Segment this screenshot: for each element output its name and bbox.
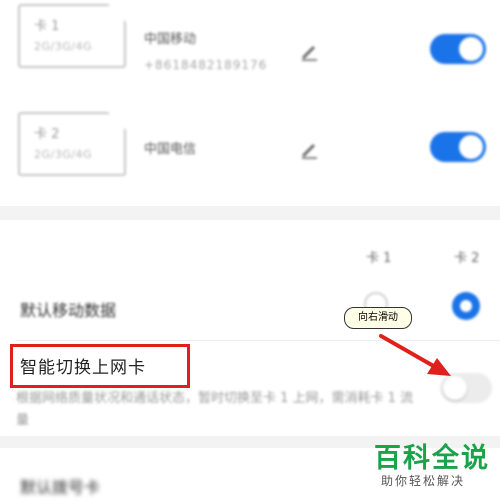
highlight-box [10,344,190,388]
toggle-knob [459,135,483,159]
watermark-logo: 百科全说 [374,443,490,474]
radio-dot [460,300,472,312]
sim-1-toggle[interactable] [430,34,486,64]
sim-2-toggle[interactable] [430,132,486,162]
column-header-card1: 卡 1 [366,251,392,266]
toggle-knob [459,37,483,61]
sim-card-icon: 卡 2 2G/3G/4G [18,112,126,176]
sim-card-icon: 卡 1 2G/3G/4G [18,4,126,68]
swipe-hint-callout: 向右滑动 [344,307,412,329]
sim-card-row-1: 卡 1 2G/3G/4G 中国移动 +8618482189176 [0,0,500,100]
carrier-name: 中国电信 [144,142,197,157]
smart-switch-description: 根据网络质量状况和通话状态，暂时切换至卡 1 上网，需消耗卡 1 流量 [16,391,414,428]
default-mobile-data-label: 默认移动数据 [20,301,117,320]
edit-pencil-icon[interactable] [298,40,320,62]
red-arrow-icon [379,334,451,376]
sim-card-section: 卡 1 2G/3G/4G 中国移动 +8618482189176 卡 2 2G/… [0,0,500,206]
sim-slot-label: 卡 2 [34,127,60,142]
section-divider [0,206,500,220]
default-data-radio-card2[interactable] [452,292,480,320]
edit-pencil-icon[interactable] [298,138,320,160]
sim-card-row-2: 卡 2 2G/3G/4G 中国电信 [0,106,500,206]
column-header-card2: 卡 2 [454,251,480,266]
phone-number: +8618482189176 [144,58,268,72]
sim-bands: 2G/3G/4G [34,148,92,161]
watermark-slogan: 助你轻松解决 [381,474,466,488]
sim-bands: 2G/3G/4G [34,40,92,53]
default-dial-card-label: 默认拨号卡 [20,478,101,497]
sim-slot-label: 卡 1 [34,19,60,34]
carrier-name: 中国移动 [144,32,197,47]
